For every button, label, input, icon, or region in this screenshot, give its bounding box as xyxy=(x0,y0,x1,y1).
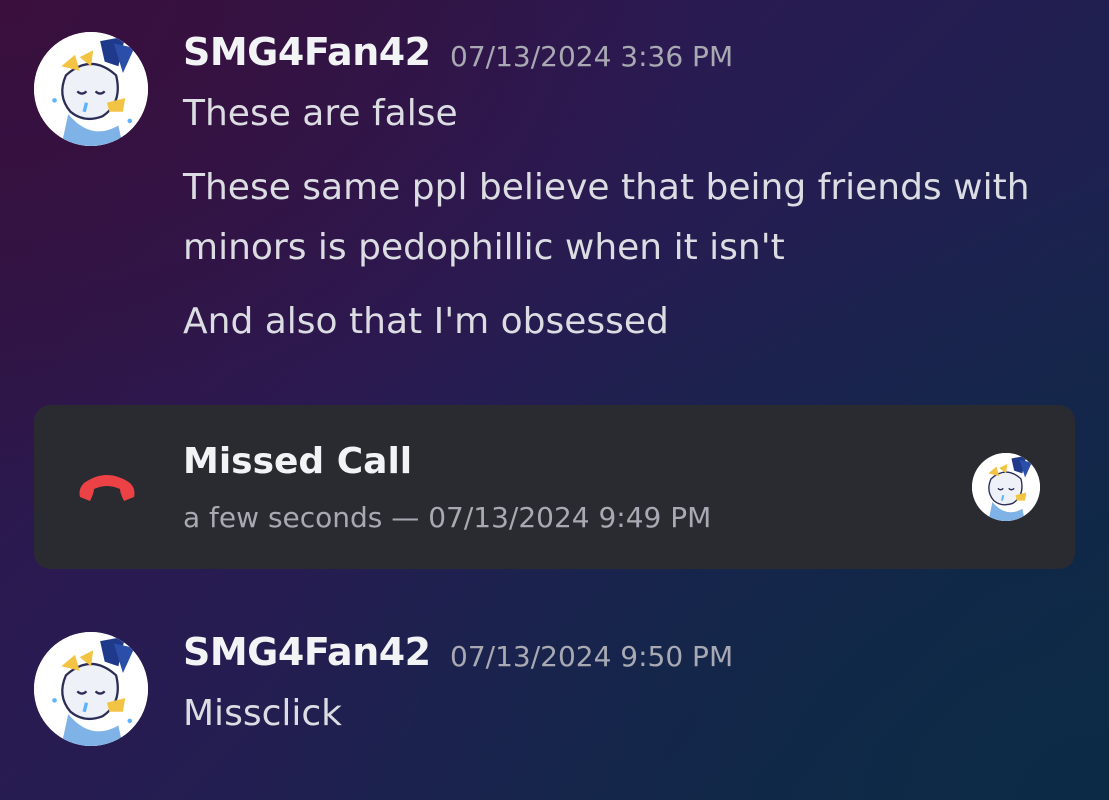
avatar-image xyxy=(34,32,148,146)
call-title: Missed Call xyxy=(183,441,413,482)
message-username[interactable]: SMG4Fan42 xyxy=(183,30,431,74)
avatar-image xyxy=(34,632,148,746)
message-text: These are false xyxy=(183,93,458,134)
message-text: These same ppl believe that being friend… xyxy=(183,167,1030,268)
message-text: And also that I'm obsessed xyxy=(183,301,669,342)
phone-hangup-icon xyxy=(74,467,140,507)
avatar[interactable] xyxy=(34,632,148,746)
call-duration-timestamp: a few seconds — 07/13/2024 9:49 PM xyxy=(183,501,712,534)
avatar-image xyxy=(972,453,1040,521)
message-timestamp: 07/13/2024 9:50 PM xyxy=(450,640,734,673)
missed-call-card[interactable]: Missed Call a few seconds — 07/13/2024 9… xyxy=(34,405,1075,569)
message-timestamp: 07/13/2024 3:36 PM xyxy=(450,40,734,73)
message-text: Missclick xyxy=(183,693,343,734)
call-participant-avatar[interactable] xyxy=(972,453,1040,521)
avatar[interactable] xyxy=(34,32,148,146)
message-username[interactable]: SMG4Fan42 xyxy=(183,630,431,674)
